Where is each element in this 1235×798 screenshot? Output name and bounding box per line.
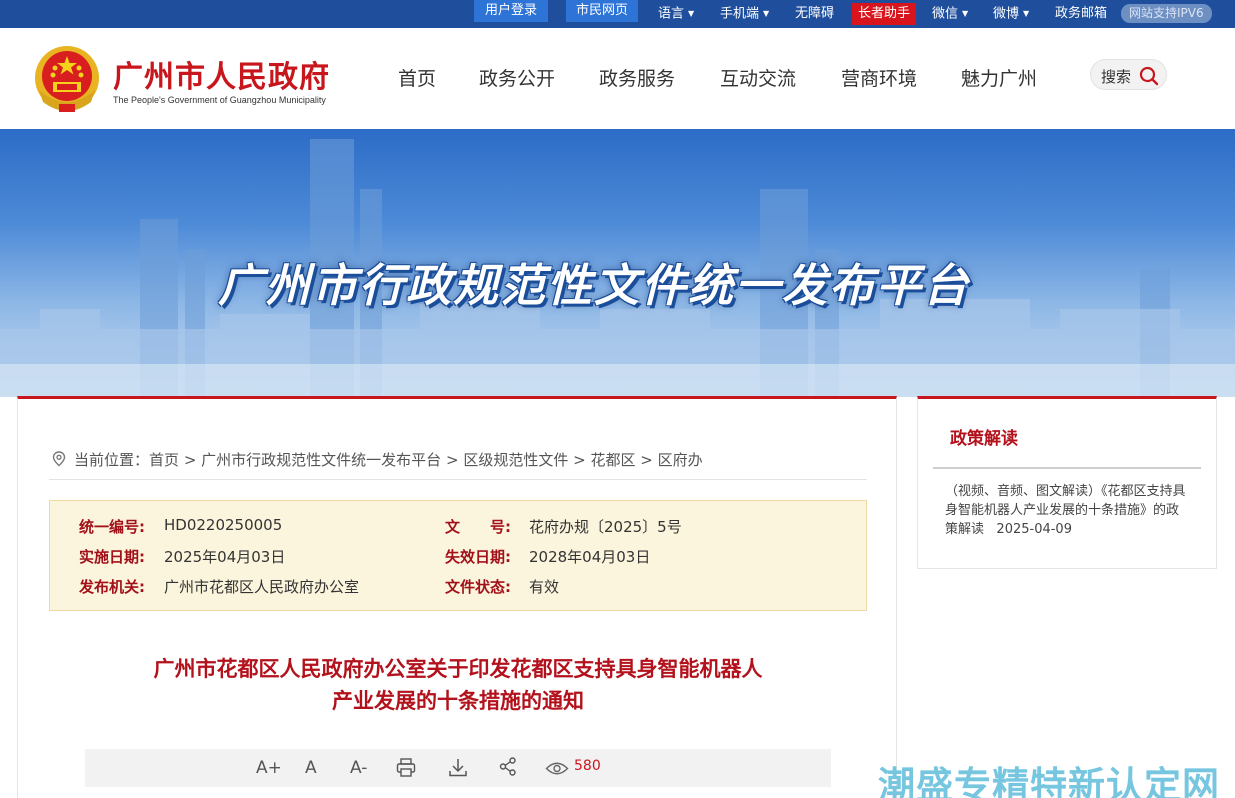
accessibility-link[interactable]: 无障碍 bbox=[795, 3, 834, 25]
national-emblem-icon bbox=[35, 46, 99, 112]
document-meta-panel: 统一编号: HD0220250005 文 号: 花府办规〔2025〕5号 实施日… bbox=[49, 500, 867, 611]
printer-icon bbox=[396, 758, 416, 777]
site-subtitle: The People's Government of Guangzhou Mun… bbox=[113, 95, 326, 105]
panel-title: 政策解读 bbox=[950, 429, 1018, 449]
meta-effective-label: 实施日期: bbox=[79, 548, 145, 566]
meta-issuer-value: 广州市花都区人民政府办公室 bbox=[164, 578, 360, 596]
eye-icon bbox=[545, 762, 569, 775]
site-title[interactable]: 广州市人民政府 bbox=[113, 52, 330, 96]
meta-expire-label: 失效日期: bbox=[445, 548, 511, 566]
banner-title: 广州市行政规范性文件统一发布平台 bbox=[218, 259, 971, 312]
ipv6-badge: 网站支持IPV6 bbox=[1121, 4, 1212, 23]
user-login-link[interactable]: 用户登录 bbox=[474, 0, 548, 22]
elder-helper-link[interactable]: 长者助手 bbox=[852, 3, 917, 25]
accessibility-label: 无障碍 bbox=[795, 6, 835, 21]
document-title: 广州市花都区人民政府办公室关于印发花都区支持具身智能机器人 产业发展的十条措施的… bbox=[78, 653, 838, 717]
citizen-page-label: 市民网页 bbox=[575, 3, 628, 18]
meta-issuer-label: 发布机关: bbox=[79, 578, 145, 596]
font-larger-icon: A+ bbox=[256, 758, 282, 778]
weibo-label: 微博 bbox=[993, 6, 1020, 22]
divider bbox=[933, 467, 1201, 469]
meta-id-label: 统一编号: bbox=[79, 518, 145, 536]
gov-mail-label: 政务邮箱 bbox=[1055, 6, 1108, 21]
nav-item-home[interactable]: 首页 bbox=[398, 64, 436, 91]
breadcrumb-prefix: 当前位置： bbox=[74, 451, 150, 469]
top-bar: 用户登录 市民网页 语言 ▼ 手机端 ▼ 无障碍 长者助手 微信 ▼ 微博 ▼ 政务邮箱… bbox=[0, 0, 1235, 28]
watermark: 潮盛专精特新认定网 bbox=[878, 764, 1220, 798]
share-icon bbox=[499, 757, 516, 776]
print-button[interactable] bbox=[396, 758, 416, 782]
breadcrumb-item-district-docs[interactable]: 区级规范性文件 bbox=[463, 451, 568, 469]
nav-item-interaction[interactable]: 互动交流 bbox=[720, 64, 796, 91]
meta-doc-no-value: 花府办规〔2025〕5号 bbox=[529, 518, 682, 536]
citizen-page-link[interactable]: 市民网页 bbox=[566, 0, 638, 22]
mobile-menu[interactable]: 手机端 ▼ bbox=[720, 3, 769, 25]
nav-item-charm[interactable]: 魅力广州 bbox=[961, 64, 1037, 91]
wechat-menu[interactable]: 微信 ▼ bbox=[932, 3, 968, 25]
meta-status-value: 有效 bbox=[529, 578, 560, 596]
language-menu[interactable]: 语言 ▼ bbox=[658, 3, 694, 25]
font-normal-button[interactable]: A bbox=[305, 757, 317, 778]
font-normal-icon: A bbox=[305, 758, 317, 778]
meta-status-label: 文件状态: bbox=[445, 578, 511, 596]
user-login-label: 用户登录 bbox=[484, 3, 537, 18]
chevron-down-icon: ▼ bbox=[1023, 9, 1030, 18]
search-icon bbox=[1139, 66, 1159, 86]
gov-mail-link[interactable]: 政务邮箱 bbox=[1055, 3, 1107, 25]
download-button[interactable] bbox=[448, 758, 468, 782]
site-header: 广州市人民政府 The People's Government of Guang… bbox=[0, 28, 1235, 129]
language-label: 语言 bbox=[658, 6, 685, 22]
meta-effective-value: 2025年04月03日 bbox=[164, 548, 286, 566]
policy-interpretation-panel: 政策解读 （视频、音频、图文解读）《花都区支持具身智能机器人产业发展的十条措施》… bbox=[917, 396, 1217, 569]
ipv6-label: 网站支持IPV6 bbox=[1129, 6, 1204, 20]
policy-interpretation-date: 2025-04-09 bbox=[996, 522, 1072, 537]
search-label: 搜索 bbox=[1101, 68, 1132, 86]
breadcrumb: 当前位置：首页 > 广州市行政规范性文件统一发布平台 > 区级规范性文件 > 花… bbox=[74, 449, 703, 470]
breadcrumb-item-office[interactable]: 区府办 bbox=[658, 451, 703, 469]
main-content: 当前位置：首页 > 广州市行政规范性文件统一发布平台 > 区级规范性文件 > 花… bbox=[17, 396, 897, 798]
policy-interpretation-link[interactable]: （视频、音频、图文解读）《花都区支持具身智能机器人产业发展的十条措施》的政策解读… bbox=[945, 482, 1190, 539]
breadcrumb-separator: > bbox=[640, 451, 653, 469]
search-button[interactable]: 搜索 bbox=[1090, 59, 1167, 90]
meta-doc-no-label: 文 号: bbox=[445, 518, 511, 536]
nav-item-gov-services[interactable]: 政务服务 bbox=[599, 64, 675, 91]
download-icon bbox=[449, 759, 467, 777]
meta-id-value: HD0220250005 bbox=[164, 516, 283, 534]
nav-item-gov-affairs[interactable]: 政务公开 bbox=[479, 64, 555, 91]
breadcrumb-item-huadu[interactable]: 花都区 bbox=[590, 451, 635, 469]
nav-item-business[interactable]: 营商环境 bbox=[841, 64, 917, 91]
breadcrumb-item-platform[interactable]: 广州市行政规范性文件统一发布平台 bbox=[201, 451, 441, 469]
font-smaller-button[interactable]: A- bbox=[350, 757, 367, 778]
divider bbox=[49, 479, 867, 480]
chevron-down-icon: ▼ bbox=[688, 9, 695, 18]
breadcrumb-separator: > bbox=[183, 451, 197, 469]
font-larger-button[interactable]: A+ bbox=[256, 757, 282, 778]
wechat-label: 微信 bbox=[932, 6, 959, 22]
document-title-line-2: 产业发展的十条措施的通知 bbox=[332, 689, 584, 713]
share-button[interactable] bbox=[499, 757, 517, 781]
document-title-line-1: 广州市花都区人民政府办公室关于印发花都区支持具身智能机器人 bbox=[153, 657, 763, 681]
breadcrumb-separator: > bbox=[573, 451, 586, 469]
hero-banner: 广州市行政规范性文件统一发布平台 bbox=[0, 129, 1235, 397]
font-smaller-icon: A- bbox=[350, 758, 368, 778]
chevron-down-icon: ▼ bbox=[962, 9, 969, 18]
weibo-menu[interactable]: 微博 ▼ bbox=[993, 3, 1029, 25]
breadcrumb-separator: > bbox=[445, 451, 459, 469]
chevron-down-icon: ▼ bbox=[763, 9, 770, 18]
elder-helper-label: 长者助手 bbox=[858, 6, 911, 21]
location-pin-icon bbox=[52, 451, 66, 467]
mobile-label: 手机端 bbox=[720, 6, 760, 22]
view-count: 580 bbox=[574, 758, 601, 774]
breadcrumb-item-home[interactable]: 首页 bbox=[149, 451, 179, 469]
document-toolbar: A+ A A- 580 bbox=[85, 749, 831, 787]
meta-expire-value: 2028年04月03日 bbox=[529, 548, 651, 566]
